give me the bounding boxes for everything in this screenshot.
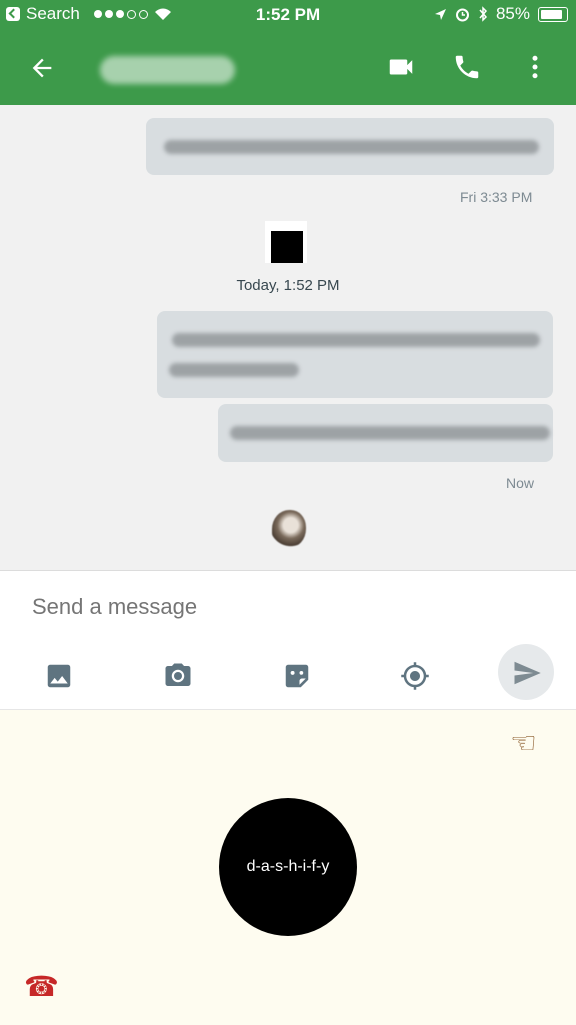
battery-percent: 85% [495, 4, 530, 23]
location-icon [401, 662, 429, 690]
message-list[interactable]: Fri 3:33 PM Today, 1:52 PM Now [0, 105, 576, 570]
send-icon [514, 661, 541, 685]
camera-button[interactable] [163, 661, 193, 691]
date-header: Today, 1:52 PM [236, 277, 340, 294]
location-button[interactable] [400, 661, 430, 691]
message-bubble[interactable] [157, 311, 553, 398]
dashify-button[interactable]: d-a-s-h-i-f-y [219, 798, 357, 936]
redacted-text [172, 333, 540, 347]
send-button[interactable] [498, 644, 554, 700]
contact-name-redacted[interactable] [100, 56, 235, 84]
redacted-text [230, 426, 550, 440]
video-call-icon[interactable] [386, 52, 416, 82]
message-composer [0, 570, 576, 710]
sticker-icon [285, 664, 309, 688]
alarm-icon [455, 8, 469, 21]
message-bubble[interactable] [146, 118, 554, 175]
redacted-text [169, 363, 299, 377]
sticker-button[interactable] [282, 661, 312, 691]
location-arrow-icon [434, 8, 446, 20]
message-timestamp: Fri 3:33 PM [460, 189, 533, 205]
message-input[interactable] [30, 593, 474, 621]
app-bar [0, 28, 576, 105]
image-button[interactable] [44, 661, 74, 691]
more-vert-icon[interactable] [520, 52, 550, 82]
camera-icon [165, 663, 191, 686]
dashify-label: d-a-s-h-i-f-y [246, 858, 330, 875]
image-icon [47, 664, 71, 688]
battery-icon [538, 6, 568, 22]
contact-avatar-square [265, 221, 307, 263]
redacted-text [164, 140, 539, 154]
status-bar: Search 1:52 PM 85% [0, 0, 576, 28]
pointing-hand-icon[interactable]: ☜ [510, 729, 537, 759]
bluetooth-icon [479, 6, 487, 22]
status-right: 85% [434, 4, 568, 24]
message-bubble[interactable] [218, 404, 553, 462]
telephone-icon[interactable]: ☎ [24, 972, 59, 1002]
arrow-back-icon[interactable] [28, 54, 56, 82]
read-receipt-avatar [272, 510, 306, 548]
phone-icon[interactable] [452, 52, 482, 82]
keyboard-panel: ☜ d-a-s-h-i-f-y ☎ [0, 709, 576, 1025]
message-timestamp: Now [506, 475, 535, 491]
